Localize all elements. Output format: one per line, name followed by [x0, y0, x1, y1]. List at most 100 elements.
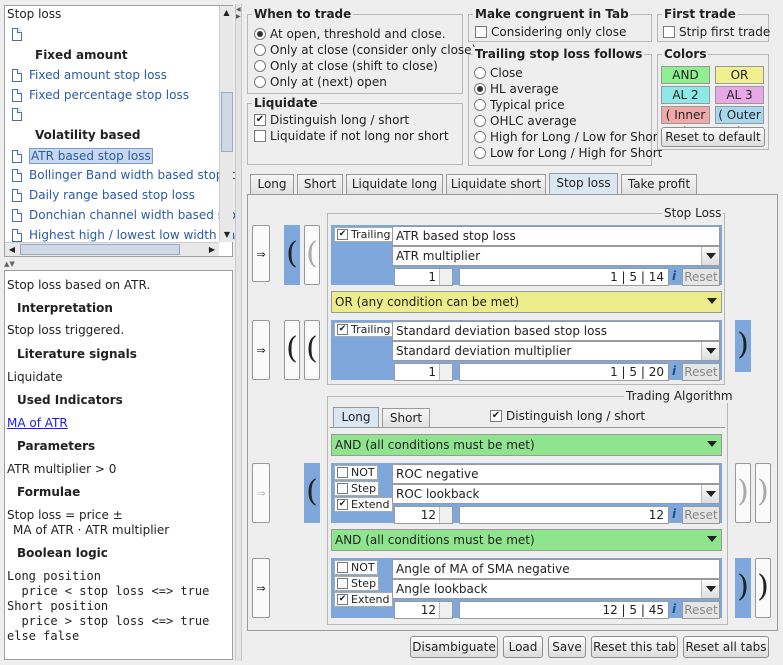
tree-item[interactable]: Fixed amount [35, 48, 128, 62]
spinner-arrows-icon[interactable] [439, 364, 452, 380]
tree-item[interactable]: ATR based stop loss [12, 148, 153, 164]
disambiguate-button[interactable]: Disambiguate [410, 636, 498, 658]
trailing-radio[interactable]: HL average [474, 82, 559, 96]
trailing-checkbox-1[interactable]: ✔ Trailing [334, 227, 394, 242]
reset-button-4[interactable]: Reset [682, 601, 720, 619]
implies-toggle-3[interactable]: ⇒ [252, 463, 270, 523]
tree-vscrollbar[interactable]: ▲ ▼ [219, 6, 233, 242]
tree-item[interactable]: Fixed amount stop loss [12, 68, 167, 82]
tree-item[interactable] [12, 108, 29, 121]
chevron-down-icon[interactable] [703, 292, 721, 312]
tab-take-profit[interactable]: Take profit [621, 174, 697, 194]
range-field-4[interactable]: 12 | 5 | 45 [459, 601, 669, 619]
angle-lookback-select[interactable]: Angle lookback [392, 579, 720, 599]
tree-item[interactable]: Volatility based [35, 128, 140, 142]
reset-button-1[interactable]: Reset [682, 268, 720, 286]
scroll-up-icon[interactable]: ▲ [220, 6, 233, 20]
tree-item[interactable] [12, 28, 29, 41]
spinner-arrows-icon[interactable] [439, 507, 452, 523]
tab-short[interactable]: Short [297, 174, 343, 194]
and-color-button[interactable]: AND [661, 66, 710, 84]
std-multiplier-select[interactable]: Standard deviation multiplier [392, 341, 720, 361]
tab-long[interactable]: Long [250, 174, 294, 194]
and-operator-select-1[interactable]: AND (all conditions must be met) [331, 434, 722, 456]
tree-hscrollbar[interactable]: ◀ ▶ [5, 242, 219, 256]
step-checkbox-2[interactable]: Step [334, 576, 380, 591]
implies-toggle-1[interactable]: ⇒ [252, 225, 270, 282]
chevron-down-icon[interactable] [703, 435, 721, 455]
stop-loss-name-2[interactable]: Standard deviation based stop loss [392, 321, 720, 341]
implies-toggle-2[interactable]: ⇒ [252, 320, 270, 380]
chevron-down-icon[interactable] [701, 485, 719, 503]
and-operator-select-2[interactable]: AND (all conditions must be met) [331, 529, 722, 551]
load-button[interactable]: Load [503, 636, 543, 658]
info-icon[interactable]: i [672, 507, 676, 521]
tree-item[interactable]: Donchian channel width based sto [12, 208, 236, 222]
range-field-3[interactable]: 12 [459, 506, 669, 524]
reset-colors-button[interactable]: Reset to default [661, 127, 765, 147]
tab-stop-loss[interactable]: Stop loss [549, 173, 618, 194]
considering-close-checkbox[interactable]: Considering only close [475, 25, 626, 39]
info-icon[interactable]: i [672, 364, 676, 378]
liquidate-if-not-checkbox[interactable]: Liquidate if not long nor short [254, 129, 449, 143]
chevron-down-icon[interactable] [701, 580, 719, 598]
chevron-down-icon[interactable] [701, 342, 719, 360]
roc-lookback-spinner[interactable]: 12 [394, 506, 453, 524]
roc-lookback-select[interactable]: ROC lookback [392, 484, 720, 504]
atr-multiplier-spinner[interactable]: 1 [394, 268, 453, 286]
trailing-radio[interactable]: Typical price [474, 98, 564, 112]
strip-first-trade-checkbox[interactable]: Strip first trade [663, 25, 770, 39]
spinner-arrows-icon[interactable] [439, 602, 452, 618]
range-field-1[interactable]: 1 | 5 | 14 [459, 268, 669, 286]
al3-color-button[interactable]: AL 3 [715, 86, 764, 104]
stop-loss-name-1[interactable]: ATR based stop loss [392, 226, 720, 246]
not-checkbox-1[interactable]: NOT [334, 465, 378, 480]
algo-tab-long[interactable]: Long [333, 407, 379, 428]
step-checkbox-1[interactable]: Step [334, 481, 380, 496]
save-button[interactable]: Save [548, 636, 586, 658]
when-to-trade-radio[interactable]: Only at close (consider only close) [254, 43, 476, 57]
or-operator-select[interactable]: OR (any condition can be met) [331, 291, 722, 313]
chevron-down-icon[interactable] [703, 530, 721, 550]
tree-item[interactable]: Daily range based stop loss [12, 188, 195, 202]
algo-distinguish-checkbox[interactable]: ✔ Distinguish long / short [490, 409, 645, 423]
atr-multiplier-select[interactable]: ATR multiplier [392, 246, 720, 266]
main-divider[interactable]: ◀ ▶ [235, 4, 242, 661]
when-to-trade-radio[interactable]: Only at close (shift to close) [254, 59, 438, 73]
algo-tab-short[interactable]: Short [382, 408, 430, 428]
reset-button-3[interactable]: Reset [682, 506, 720, 524]
condition-name-2[interactable]: Angle of MA of SMA negative [392, 559, 720, 579]
or-color-button[interactable]: OR [715, 66, 764, 84]
extend-checkbox-2[interactable]: ✔ Extend [334, 592, 393, 607]
tab-liquidate-short[interactable]: Liquidate short [446, 174, 546, 194]
range-field-2[interactable]: 1 | 5 | 20 [459, 363, 669, 381]
splitter-handle[interactable]: ▲▼ [4, 260, 233, 268]
distinguish-checkbox[interactable]: ✔ Distinguish long / short [254, 113, 409, 127]
tree-item[interactable]: Highest high / lowest low width bas [12, 228, 242, 242]
scroll-thumb[interactable] [221, 92, 233, 152]
scroll-right-icon[interactable]: ▶ [205, 243, 219, 257]
std-multiplier-spinner[interactable]: 1 [394, 363, 453, 381]
scroll-left-icon[interactable]: ◀ [5, 243, 19, 257]
spinner-arrows-icon[interactable] [439, 269, 452, 285]
angle-lookback-spinner[interactable]: 12 [394, 601, 453, 619]
inner-color-button[interactable]: ( Inner ) [661, 106, 710, 139]
desc-indicator-link[interactable]: MA of ATR [7, 416, 68, 430]
tab-liquidate-long[interactable]: Liquidate long [346, 174, 443, 194]
not-checkbox-2[interactable]: NOT [334, 560, 378, 575]
chevron-down-icon[interactable] [701, 247, 719, 265]
hscroll-thumb[interactable] [20, 244, 180, 255]
al2-color-button[interactable]: AL 2 [661, 86, 710, 104]
trailing-radio[interactable]: OHLC average [474, 114, 576, 128]
tree-item[interactable]: Fixed percentage stop loss [12, 88, 189, 102]
trailing-radio[interactable]: High for Long / Low for Short [474, 130, 662, 144]
scroll-down-icon[interactable]: ▼ [220, 228, 234, 242]
reset-button-2[interactable]: Reset [682, 363, 720, 381]
outer-color-button[interactable]: ( Outer ) [715, 106, 764, 139]
trailing-checkbox-2[interactable]: ✔ Trailing [334, 322, 394, 337]
implies-toggle-4[interactable]: ⇒ [252, 558, 270, 618]
info-icon[interactable]: i [672, 269, 676, 283]
trailing-radio[interactable]: Low for Long / High for Short [474, 146, 662, 160]
info-icon[interactable]: i [672, 602, 676, 616]
reset-all-tabs-button[interactable]: Reset all tabs [683, 636, 769, 658]
